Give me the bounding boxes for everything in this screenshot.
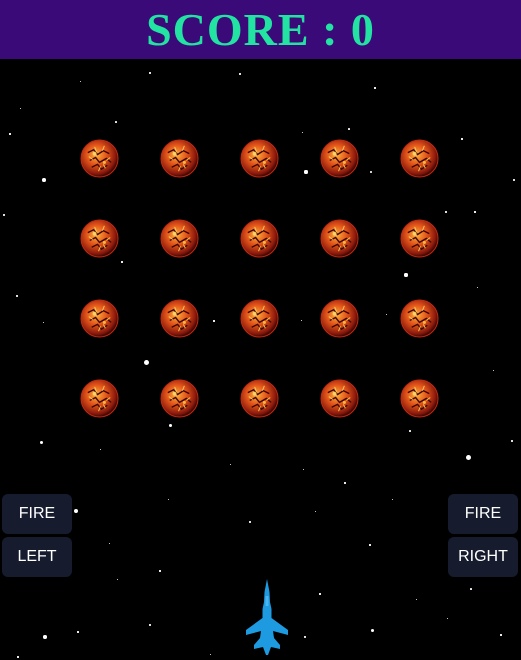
score-display: SCORE : 0 (146, 3, 375, 55)
molten-planet-icon (400, 379, 439, 418)
star (239, 73, 241, 75)
star (39, 440, 43, 444)
molten-planet-icon (320, 379, 359, 418)
star (470, 588, 472, 590)
molten-planet-icon (320, 299, 359, 338)
game-screen[interactable]: SCORE : 0 FIRE LEFT FIRE RIGHT (0, 0, 521, 660)
molten-planet-icon (400, 219, 439, 258)
star (79, 80, 81, 82)
star (474, 211, 476, 213)
star (461, 138, 463, 140)
star (511, 440, 513, 442)
molten-planet-icon (80, 299, 119, 338)
star (500, 634, 502, 636)
star (446, 617, 448, 619)
molten-planet-icon (320, 139, 359, 178)
star (513, 179, 515, 181)
star (404, 273, 408, 277)
molten-planet-icon (160, 379, 199, 418)
star (16, 295, 18, 297)
molten-planet-icon (240, 299, 279, 338)
star (369, 544, 371, 546)
star (3, 214, 5, 216)
star (300, 319, 302, 321)
star (302, 468, 304, 470)
score-separator: : (322, 3, 339, 55)
molten-planet-icon (400, 139, 439, 178)
molten-planet-icon (80, 219, 119, 258)
star (344, 482, 346, 484)
star (42, 178, 46, 182)
molten-planet-icon (320, 219, 359, 258)
molten-planet-icon (160, 299, 199, 338)
star (209, 653, 211, 655)
star (42, 321, 44, 323)
star (74, 509, 78, 513)
score-label: SCORE (146, 3, 310, 55)
star (301, 131, 303, 133)
star (492, 369, 494, 371)
star (149, 624, 151, 626)
star (9, 133, 11, 135)
star (229, 463, 231, 465)
star (17, 656, 19, 658)
molten-planet-icon (160, 139, 199, 178)
star (304, 636, 306, 638)
star (108, 542, 110, 544)
left-button[interactable]: LEFT (2, 537, 72, 577)
star (370, 628, 374, 632)
star (116, 578, 118, 580)
star (213, 320, 215, 322)
star (409, 430, 411, 432)
molten-planet-icon (80, 379, 119, 418)
star (476, 286, 478, 288)
star (374, 87, 376, 89)
star (149, 72, 151, 74)
star (121, 261, 123, 263)
star (391, 498, 393, 500)
star (99, 448, 101, 450)
right-button[interactable]: RIGHT (448, 537, 518, 577)
score-bar: SCORE : 0 (0, 0, 521, 59)
star (249, 521, 251, 523)
molten-planet-icon (240, 219, 279, 258)
star (115, 121, 117, 123)
molten-planet-icon (80, 139, 119, 178)
score-value: 0 (350, 3, 375, 55)
molten-planet-icon (160, 219, 199, 258)
star (19, 107, 21, 109)
star (168, 423, 172, 427)
star (415, 598, 417, 600)
star (43, 635, 47, 639)
fire-button-left[interactable]: FIRE (2, 494, 72, 534)
star (348, 128, 350, 130)
star (370, 171, 372, 173)
molten-planet-icon (400, 299, 439, 338)
star (314, 510, 316, 512)
player-ship-icon (246, 579, 288, 655)
star (77, 631, 79, 633)
star (167, 498, 169, 500)
star (445, 211, 447, 213)
molten-planet-icon (240, 139, 279, 178)
star (319, 593, 321, 595)
star (304, 170, 308, 174)
molten-planet-icon (240, 379, 279, 418)
star (385, 313, 387, 315)
star (143, 359, 149, 365)
fire-button-right[interactable]: FIRE (448, 494, 518, 534)
star (159, 570, 161, 572)
star (465, 454, 471, 460)
